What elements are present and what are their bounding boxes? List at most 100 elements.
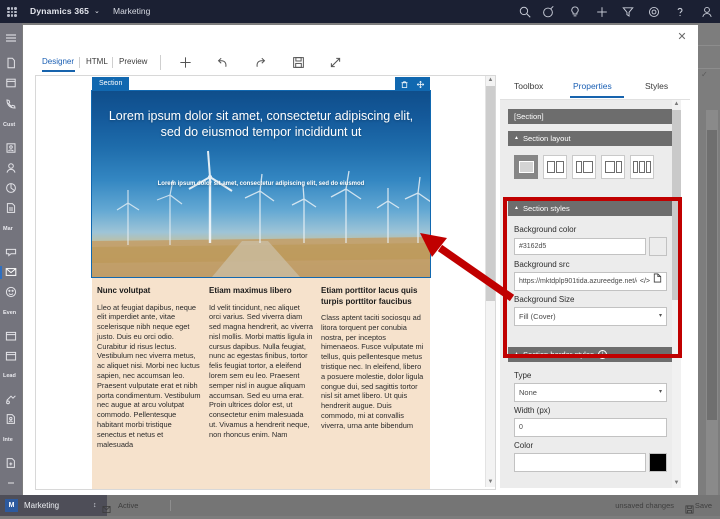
phone-icon[interactable]: [4, 97, 18, 111]
chevron-down-icon[interactable]: ⌄: [94, 0, 100, 23]
border-color-row[interactable]: [514, 453, 667, 472]
tab-styles[interactable]: Styles: [645, 77, 668, 95]
tab-toolbox[interactable]: Toolbox: [514, 77, 543, 95]
layout-1-column[interactable]: [514, 155, 538, 179]
background-src-input[interactable]: https://mktdplp901tida.azureedge.net/c <…: [514, 272, 667, 291]
contacts-icon[interactable]: [4, 161, 18, 175]
scroll-down-icon[interactable]: ▼: [672, 479, 681, 488]
background-color-row[interactable]: #3162d5: [514, 237, 667, 256]
layout-2-columns-narrow-left[interactable]: [572, 155, 596, 179]
layout-2-columns-wide-left[interactable]: [601, 155, 625, 179]
account-icon[interactable]: [700, 5, 714, 19]
email-canvas[interactable]: Section Lorem ipsum dolor sit amet, cons…: [35, 75, 496, 490]
canvas-scrollbar[interactable]: ▲ ▼: [485, 76, 495, 487]
section-toolbar[interactable]: [395, 77, 430, 91]
background-size-select[interactable]: Fill (Cover) ▾: [514, 307, 667, 326]
collapse-triangle-icon[interactable]: ▲: [514, 131, 519, 146]
status-app-name[interactable]: Marketing: [24, 495, 59, 516]
help-icon[interactable]: [673, 5, 687, 19]
column-body: Lleo at feugiat dapibus, neque elit impe…: [97, 302, 201, 449]
layout-3-columns[interactable]: [630, 155, 654, 179]
focus-assist-icon[interactable]: [541, 5, 555, 19]
tab-preview[interactable]: Preview: [119, 51, 147, 73]
section-border-styles-group-header[interactable]: ▲ Section border styles i: [508, 347, 673, 362]
three-column-section[interactable]: Nunc volutpat Lleo at feugiat dapibus, n…: [92, 277, 430, 489]
tab-html[interactable]: HTML: [86, 51, 108, 73]
border-type-select[interactable]: None ▾: [514, 383, 667, 402]
chevron-down-icon[interactable]: ▾: [659, 384, 662, 401]
filter-icon[interactable]: [621, 5, 635, 19]
collapse-triangle-icon[interactable]: ▲: [514, 201, 519, 216]
chevron-down-icon[interactable]: ▾: [659, 308, 662, 325]
quick-create-icon[interactable]: [595, 5, 609, 19]
event-registration-icon[interactable]: [4, 349, 18, 363]
save-icon[interactable]: [685, 501, 694, 514]
border-width-input[interactable]: 0: [514, 418, 667, 437]
close-icon[interactable]: ✕: [674, 29, 690, 45]
subscription-lists-icon[interactable]: [4, 201, 18, 215]
redo-button[interactable]: [253, 55, 268, 70]
undo-button[interactable]: [215, 55, 230, 70]
recent-icon[interactable]: [4, 56, 18, 70]
marketing-pages-icon[interactable]: [4, 245, 18, 259]
column-2[interactable]: Etiam maximus libero Id velit tincidunt,…: [209, 286, 313, 489]
panel-scrollbar-thumb[interactable]: [672, 110, 681, 300]
events-icon[interactable]: [4, 329, 18, 343]
column-3[interactable]: Etiam porttitor lacus quis turpis portti…: [321, 286, 425, 489]
section-label[interactable]: Section: [92, 77, 130, 91]
app-launcher-icon[interactable]: [7, 7, 17, 17]
background-color-swatch[interactable]: [649, 237, 667, 256]
border-color-swatch[interactable]: [649, 453, 667, 472]
background-color-label: Background color: [514, 225, 577, 234]
brand-dynamics-365[interactable]: Dynamics 365: [30, 0, 89, 23]
marketing-emails-icon[interactable]: [4, 265, 18, 279]
browse-file-icon[interactable]: [653, 273, 662, 290]
info-icon[interactable]: i: [597, 350, 607, 359]
canvas-scrollbar-thumb[interactable]: [486, 86, 495, 301]
lead-scoring-icon[interactable]: [4, 392, 18, 406]
scroll-down-icon[interactable]: ▼: [486, 478, 495, 487]
designer-toolbar: Designer HTML Preview: [23, 51, 698, 73]
hero-text-block[interactable]: Lorem ipsum dolor sit amet, consectetur …: [106, 109, 416, 189]
customer-journeys-icon[interactable]: [4, 285, 18, 299]
module-name-marketing[interactable]: Marketing: [113, 0, 150, 23]
background-color-input[interactable]: #3162d5: [514, 238, 646, 255]
top-command-bar: Dynamics 365 ⌄ Marketing: [0, 0, 720, 23]
column-1[interactable]: Nunc volutpat Lleo at feugiat dapibus, n…: [97, 286, 201, 489]
settings-icon[interactable]: [647, 5, 661, 19]
layout-options[interactable]: [514, 151, 667, 181]
move-icon[interactable]: [416, 80, 425, 89]
save-button[interactable]: Save: [695, 495, 712, 516]
save-button[interactable]: [291, 55, 306, 70]
collapse-triangle-icon[interactable]: ▲: [514, 347, 519, 362]
leads-icon[interactable]: [4, 412, 18, 426]
column-heading: Nunc volutpat: [97, 286, 151, 295]
more-icon[interactable]: [4, 476, 18, 490]
delete-icon[interactable]: [400, 80, 409, 89]
layout-2-equal-columns[interactable]: [543, 155, 567, 179]
panel-scrollbar[interactable]: ▲ ▼: [672, 100, 681, 488]
lightbulb-icon[interactable]: [568, 5, 582, 19]
scroll-up-icon[interactable]: ▲: [486, 76, 495, 85]
add-element-button[interactable]: [178, 55, 193, 70]
search-icon[interactable]: [518, 5, 532, 19]
section-layout-group-header[interactable]: ▲ Section layout: [508, 131, 673, 146]
divider: [698, 68, 720, 69]
scroll-up-icon[interactable]: ▲: [672, 100, 681, 109]
pinned-icon[interactable]: [4, 76, 18, 90]
selected-element-header: [Section]: [508, 109, 673, 124]
segments-icon[interactable]: [4, 181, 18, 195]
chevron-updown-icon[interactable]: ↕: [93, 495, 97, 516]
section-styles-group-header[interactable]: ▲ Section styles: [508, 201, 673, 216]
forms-icon[interactable]: [4, 456, 18, 470]
expand-button[interactable]: [328, 55, 343, 70]
site-map-navigation[interactable]: Cust Mar Even Lead Inte: [0, 23, 22, 495]
properties-content: [Section] ▲ Section layout ▲ Section sty…: [500, 100, 681, 488]
page-scrollbar-thumb[interactable]: [707, 130, 717, 420]
border-color-input[interactable]: [514, 453, 646, 472]
hamburger-icon[interactable]: [4, 31, 18, 45]
hero-banner[interactable]: Lorem ipsum dolor sit amet, consectetur …: [91, 90, 431, 278]
tab-properties[interactable]: Properties: [573, 77, 612, 95]
accounts-icon[interactable]: [4, 141, 18, 155]
code-icon[interactable]: </>: [640, 273, 650, 290]
